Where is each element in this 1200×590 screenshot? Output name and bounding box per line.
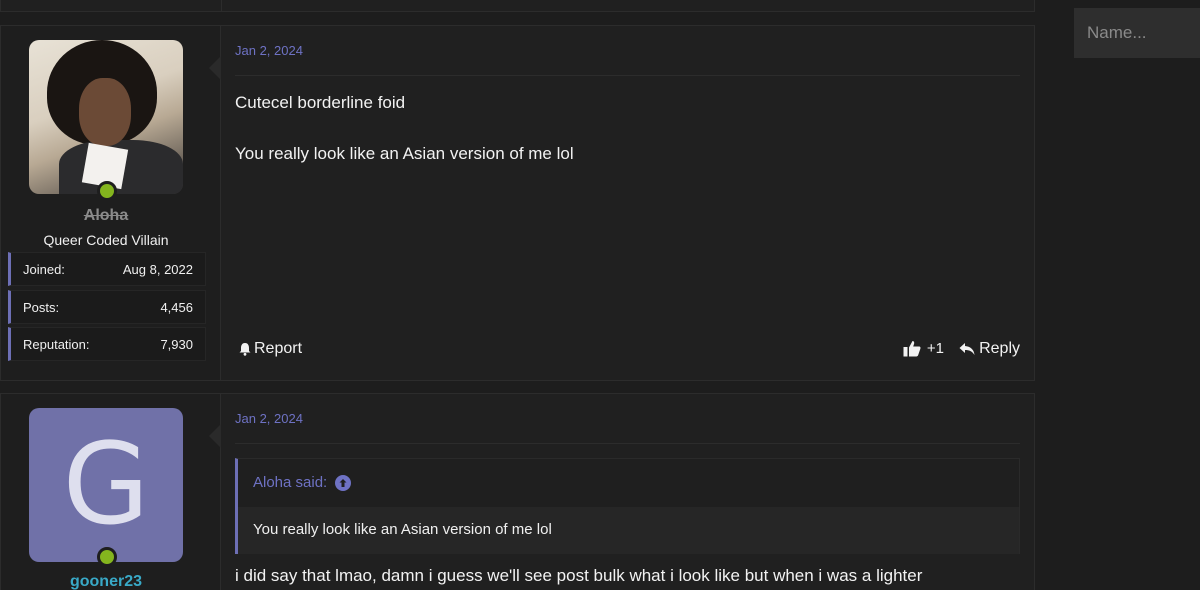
- like-count: +1: [926, 340, 944, 357]
- stat-value: 7,930: [160, 336, 193, 352]
- post-actions: Report +1 Reply: [235, 340, 1020, 362]
- post: Aloha Queer Coded Villain Joined: Aug 8,…: [0, 25, 1035, 381]
- bell-icon: [239, 343, 251, 356]
- user-arrow: [209, 424, 221, 448]
- username[interactable]: Aloha: [1, 207, 211, 225]
- online-status-icon: [97, 181, 117, 201]
- avatar[interactable]: G: [29, 408, 183, 562]
- report-button[interactable]: Report: [238, 340, 302, 358]
- stat-label: Reputation:: [23, 336, 90, 352]
- name-input[interactable]: [1074, 8, 1200, 58]
- divider: [235, 443, 1020, 444]
- post: G gooner23 Jan 2, 2024 Aloha said: You r…: [0, 393, 1035, 590]
- thumbs-up-icon: [903, 341, 921, 357]
- stat-label: Joined:: [23, 261, 65, 277]
- like-button[interactable]: +1: [903, 340, 944, 357]
- post-date[interactable]: Jan 2, 2024: [235, 411, 303, 426]
- quote-block: Aloha said: You really look like an Asia…: [235, 458, 1020, 554]
- stat-value[interactable]: 4,456: [160, 300, 193, 315]
- divider: [235, 75, 1020, 76]
- post-user-cell: G gooner23: [1, 394, 221, 590]
- stat-label: Posts:: [23, 299, 60, 315]
- arrow-up-circle-icon[interactable]: [335, 474, 352, 491]
- quote-author-link[interactable]: Aloha said:: [253, 474, 352, 491]
- online-status-icon: [97, 547, 117, 567]
- quote-text: You really look like an Asian version of…: [253, 521, 552, 538]
- username[interactable]: gooner23: [1, 573, 211, 590]
- stat-reputation: Reputation: 7,930: [8, 327, 206, 361]
- stat-posts: Posts: 4,456: [8, 290, 206, 324]
- avatar[interactable]: [29, 40, 183, 194]
- post-date[interactable]: Jan 2, 2024: [235, 43, 303, 58]
- reply-button[interactable]: Reply: [959, 340, 1020, 358]
- quote-author: Aloha said:: [253, 474, 328, 491]
- post-user-cell: Aloha Queer Coded Villain Joined: Aug 8,…: [1, 26, 221, 380]
- user-arrow: [209, 56, 221, 80]
- report-label: Report: [254, 340, 303, 357]
- reply-arrow-icon: [959, 343, 975, 355]
- message-line: i did say that lmao, damn i guess we'll …: [235, 566, 923, 585]
- post-content: Jan 2, 2024 Aloha said: You really look …: [235, 394, 1020, 590]
- avatar-letter: G: [62, 420, 150, 550]
- stat-value: Aug 8, 2022: [122, 261, 193, 277]
- stat-joined: Joined: Aug 8, 2022: [8, 252, 206, 286]
- quote-body: You really look like an Asian version of…: [238, 507, 1019, 554]
- reply-label: Reply: [979, 340, 1020, 357]
- message-line: Cutecel borderline foid: [235, 93, 406, 112]
- user-title: Queer Coded Villain: [43, 232, 169, 248]
- message-line: You really look like an Asian version of…: [235, 144, 574, 163]
- previous-post-bottom: [0, 0, 1035, 12]
- post-content: Jan 2, 2024 Cutecel borderline foid You …: [235, 26, 1020, 380]
